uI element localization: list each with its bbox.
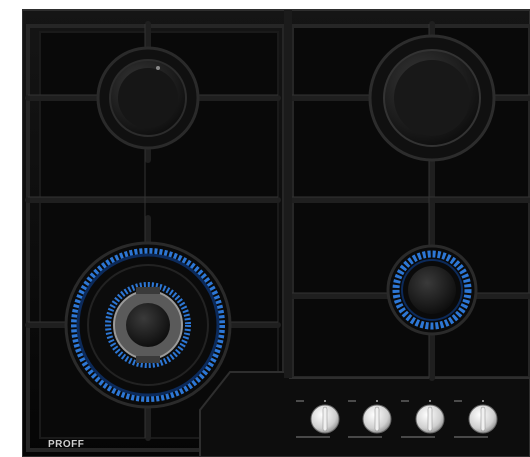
hob-illustration: PROFF — [0, 0, 530, 457]
gas-hob-photo: PROFF — [0, 0, 530, 457]
rear-right-burner — [368, 34, 496, 162]
photo-margin — [0, 0, 22, 457]
rear-left-burner — [96, 46, 200, 150]
photo-top-margin — [0, 0, 530, 8]
brand-logo: PROFF — [48, 439, 84, 450]
front-left-burner — [64, 241, 232, 409]
center-divider — [284, 10, 292, 378]
front-right-burner — [386, 244, 478, 336]
